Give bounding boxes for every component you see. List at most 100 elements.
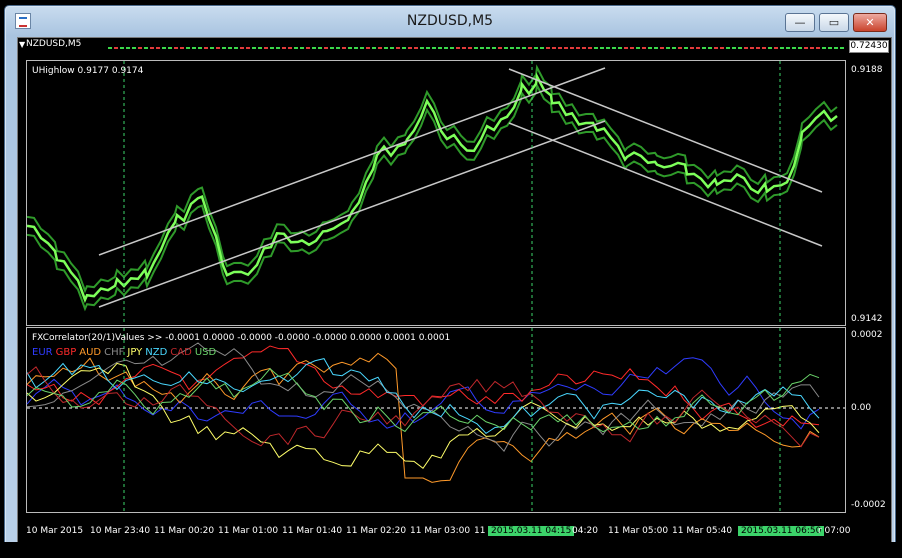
mini-bar	[462, 47, 466, 49]
trend-line	[98, 67, 606, 256]
mini-bar	[630, 47, 634, 49]
mini-bar	[138, 47, 142, 49]
time-label: 11 Mar 01:00	[218, 526, 279, 536]
mini-bar	[822, 47, 826, 49]
time-label: 11 Mar 00:20	[154, 526, 215, 536]
mini-bar	[444, 47, 448, 49]
mini-bar	[816, 47, 820, 49]
mini-bar	[510, 47, 514, 49]
mini-bar	[474, 47, 478, 49]
mini-bar	[786, 47, 790, 49]
mini-bar	[744, 47, 748, 49]
mini-bar	[660, 47, 664, 49]
mini-bar	[552, 47, 556, 49]
mini-bar	[246, 47, 250, 49]
time-label: 10 Mar 23:40	[90, 526, 151, 536]
correlator-pane[interactable]: FXCorrelator(20/1)Values >> -0.0001 0.00…	[26, 327, 846, 513]
mini-bar	[606, 47, 610, 49]
mini-bar	[366, 47, 370, 49]
mini-bar	[642, 47, 646, 49]
chart-client-area[interactable]: ▼ NZDUSD,M5 0.72430 UHighlow 0.9177 0.91…	[17, 37, 892, 543]
mini-bar	[216, 47, 220, 49]
price-chart-svg	[26, 61, 838, 325]
mini-bar	[330, 47, 334, 49]
mini-bar	[144, 47, 148, 49]
window-title: NZDUSD,M5	[406, 13, 494, 29]
mini-bar	[546, 47, 550, 49]
mini-bar	[654, 47, 658, 49]
legend-item-jpy: JPY	[127, 347, 143, 358]
mini-bar	[702, 47, 706, 49]
time-label: 11 Mar 05:40	[672, 526, 733, 536]
time-label: 11 Mar 02:20	[346, 526, 407, 536]
mini-bar	[120, 47, 124, 49]
mini-bar	[594, 47, 598, 49]
mini-bar	[774, 47, 778, 49]
time-label: 04:20	[572, 526, 598, 536]
series-line-gbp	[26, 345, 820, 428]
main-price-pane[interactable]: UHighlow 0.9177 0.9174	[26, 60, 846, 326]
title-bar[interactable]: NZDUSD,M5 — ▭ ✕	[5, 6, 895, 36]
mini-bar	[288, 47, 292, 49]
mini-bar	[600, 47, 604, 49]
close-button[interactable]: ✕	[853, 13, 887, 32]
mini-bar	[324, 47, 328, 49]
crosshair-time-badge: 2015.03.11 04:15	[488, 526, 575, 536]
legend-item-gbp: GBP	[55, 347, 77, 358]
indicator-scale-bottom: -0.0002	[851, 500, 886, 510]
mini-bar	[720, 47, 724, 49]
mini-bar	[498, 47, 502, 49]
chart-window: NZDUSD,M5 — ▭ ✕ ▼ NZDUSD,M5 0.72430 UHig…	[4, 5, 896, 544]
mini-bar	[486, 47, 490, 49]
mini-bar	[792, 47, 796, 49]
mini-bar	[372, 47, 376, 49]
legend-item-usd: USD	[194, 347, 217, 358]
mini-bar	[180, 47, 184, 49]
mini-bar	[402, 47, 406, 49]
time-label: 11 Mar 03:00	[410, 526, 471, 536]
mini-bar	[564, 47, 568, 49]
mini-bar	[174, 47, 178, 49]
mini-bar	[342, 47, 346, 49]
mini-bar	[750, 47, 754, 49]
mini-bar	[258, 47, 262, 49]
mini-bar	[156, 47, 160, 49]
mini-bar	[384, 47, 388, 49]
mini-bar	[828, 47, 832, 49]
mini-bar	[312, 47, 316, 49]
time-label: 11 Mar 05:00	[608, 526, 669, 536]
mini-bar	[804, 47, 808, 49]
mini-bar	[198, 47, 202, 49]
time-label: 10 Mar 2015	[26, 526, 84, 536]
mini-bar	[522, 47, 526, 49]
currency-legend: EUR GBP AUD CHF JPY NZD CAD USD	[32, 347, 219, 358]
mini-bar	[762, 47, 766, 49]
time-label: 11	[474, 526, 486, 536]
mini-bar	[456, 47, 460, 49]
mini-bar	[210, 47, 214, 49]
mini-bar	[186, 47, 190, 49]
mini-bar	[504, 47, 508, 49]
mini-bar	[714, 47, 718, 49]
mini-bar	[108, 47, 112, 49]
mini-bar	[690, 47, 694, 49]
current-price-label: 0.72430	[849, 40, 889, 53]
maximize-button[interactable]: ▭	[819, 13, 849, 32]
mini-bar	[648, 47, 652, 49]
mini-bar	[162, 47, 166, 49]
mini-bar	[252, 47, 256, 49]
mini-bar	[840, 47, 844, 49]
mini-bar	[780, 47, 784, 49]
price-scale-top: 0.9188	[851, 65, 883, 75]
trend-line	[508, 68, 823, 193]
minimize-button[interactable]: —	[785, 13, 815, 32]
mini-bar	[318, 47, 322, 49]
mini-bar	[534, 47, 538, 49]
mini-bar	[576, 47, 580, 49]
mini-bar	[300, 47, 304, 49]
mini-bar	[204, 47, 208, 49]
mini-bar	[420, 47, 424, 49]
mini-bar	[450, 47, 454, 49]
series-line-usd	[26, 368, 820, 433]
mini-bar	[726, 47, 730, 49]
